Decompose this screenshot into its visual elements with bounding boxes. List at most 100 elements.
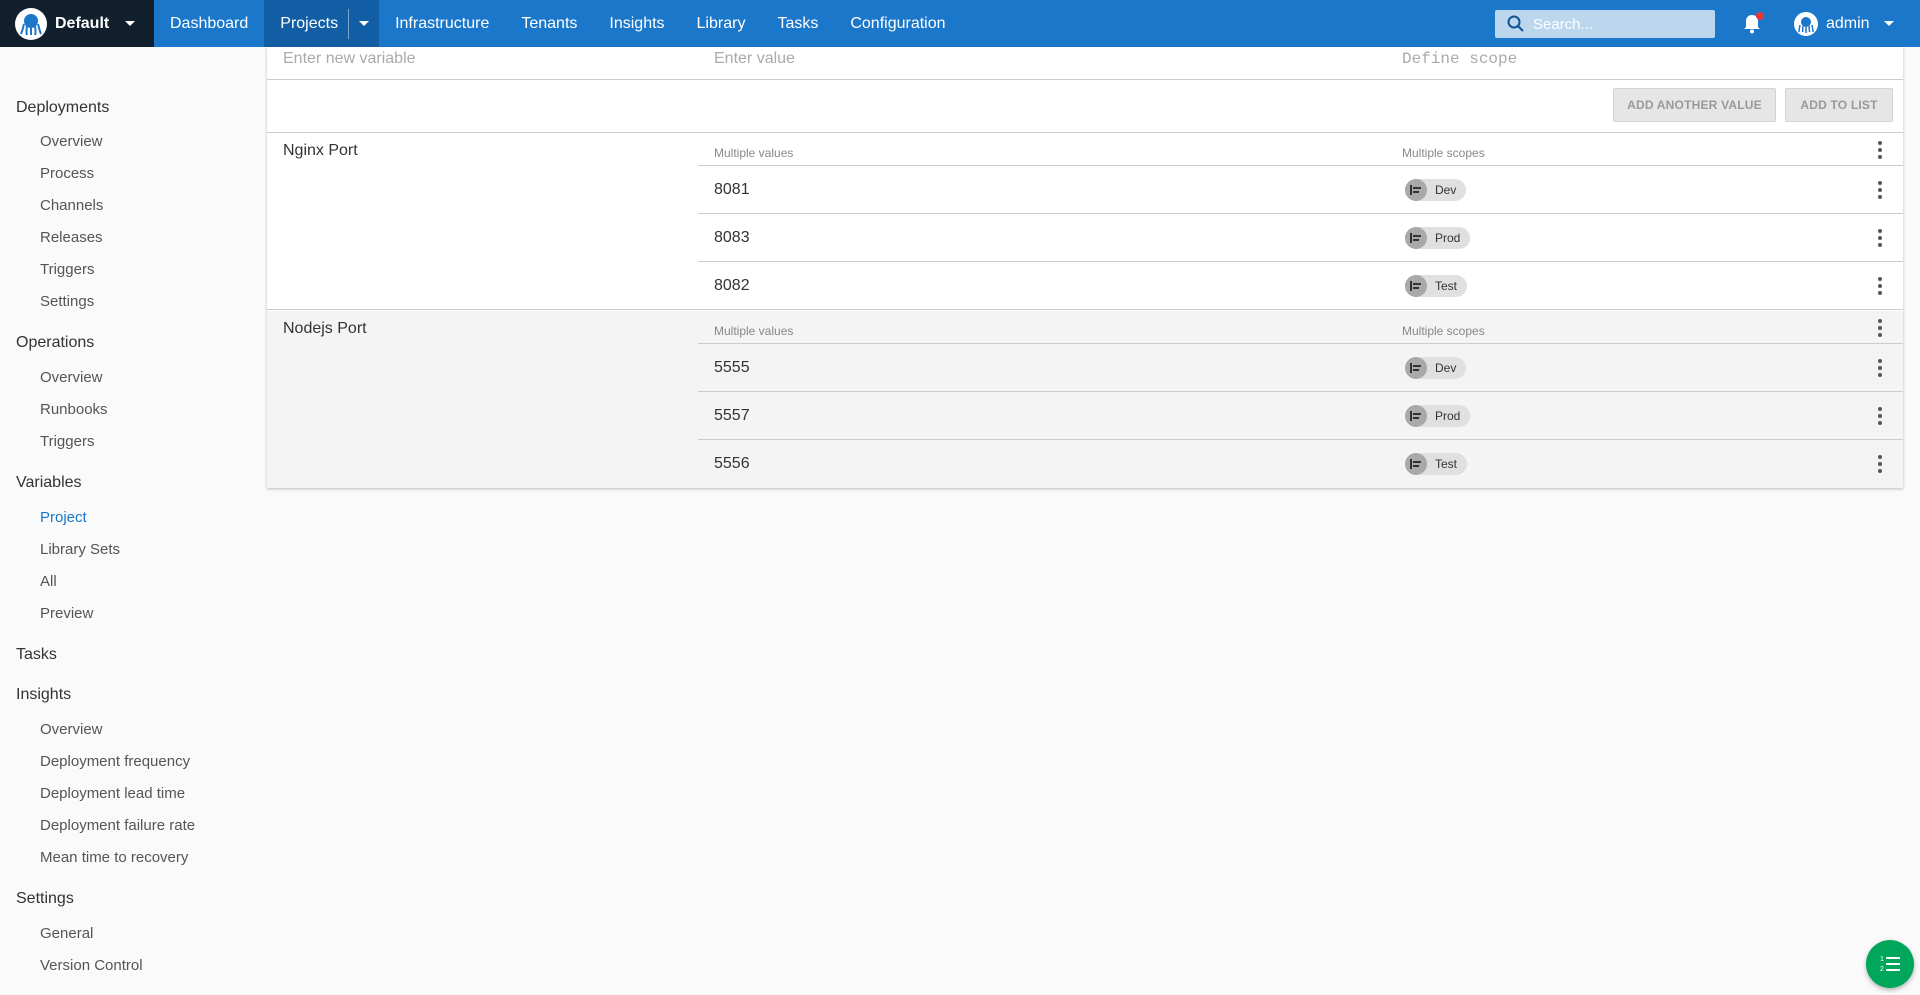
sidebar-item-preview[interactable]: Preview — [40, 605, 93, 622]
scope-chip[interactable]: Dev — [1405, 179, 1467, 201]
scope-chip[interactable]: Prod — [1405, 405, 1471, 427]
nav-dashboard[interactable]: Dashboard — [154, 0, 264, 47]
sidebar-item-all-variables[interactable]: All — [40, 573, 57, 590]
multiple-scopes-label: Multiple scopes — [1402, 146, 1485, 160]
more-options-icon[interactable] — [1870, 226, 1890, 250]
new-variable-value-input[interactable] — [714, 47, 1364, 71]
sidebar-item-insights-overview[interactable]: Overview — [40, 721, 103, 738]
environment-icon — [1405, 227, 1427, 249]
sidebar-item-process[interactable]: Process — [40, 165, 94, 182]
sidebar-item-channels[interactable]: Channels — [40, 197, 103, 214]
nav-insights[interactable]: Insights — [593, 0, 680, 47]
sidebar-item-deployments-overview[interactable]: Overview — [40, 133, 103, 150]
multiple-values-label: Multiple values — [714, 146, 794, 160]
more-options-icon[interactable] — [1870, 316, 1890, 340]
notifications-button[interactable] — [1740, 12, 1764, 36]
nav-infrastructure[interactable]: Infrastructure — [379, 0, 505, 47]
search-icon — [1507, 15, 1524, 32]
variable-group-header: Multiple values Multiple scopes — [698, 311, 1903, 344]
sidebar-heading-settings[interactable]: Settings — [16, 890, 74, 908]
top-navigation-bar: Default Dashboard Projects Infrastructur… — [0, 0, 1920, 47]
variable-value-row: 8082 Test — [698, 262, 1903, 310]
octopus-logo-icon — [15, 7, 47, 40]
scope-chip[interactable]: Dev — [1405, 357, 1467, 379]
sidebar-heading-deployments[interactable]: Deployments — [16, 99, 109, 117]
more-options-icon[interactable] — [1870, 274, 1890, 298]
sidebar-heading-tasks[interactable]: Tasks — [16, 646, 57, 664]
new-variable-row — [267, 47, 1903, 80]
multiple-scopes-label: Multiple scopes — [1402, 324, 1485, 338]
nav-configuration[interactable]: Configuration — [834, 0, 961, 47]
nav-projects[interactable]: Projects — [264, 0, 349, 47]
variable-name[interactable]: Nodejs Port — [283, 320, 367, 338]
variable-value-row: 5557 Prod — [698, 392, 1903, 440]
sidebar-item-operations-triggers[interactable]: Triggers — [40, 433, 94, 450]
chevron-down-icon — [125, 21, 136, 26]
sidebar-item-deployment-triggers[interactable]: Triggers — [40, 261, 94, 278]
sidebar-item-operations-overview[interactable]: Overview — [40, 369, 103, 386]
more-options-icon[interactable] — [1870, 138, 1890, 162]
add-to-list-button[interactable]: ADD TO LIST — [1785, 88, 1893, 122]
variable-name[interactable]: Nginx Port — [283, 142, 358, 160]
space-name: Default — [55, 14, 110, 32]
avatar — [1794, 11, 1818, 36]
scope-chip[interactable]: Prod — [1405, 227, 1471, 249]
add-another-value-button[interactable]: ADD ANOTHER VALUE — [1613, 88, 1776, 122]
sidebar-item-runbooks[interactable]: Runbooks — [40, 401, 108, 418]
new-variable-name-input[interactable] — [283, 47, 683, 71]
svg-text:1: 1 — [1880, 956, 1884, 963]
more-options-icon[interactable] — [1870, 356, 1890, 380]
svg-text:2: 2 — [1880, 966, 1884, 973]
more-options-icon[interactable] — [1870, 404, 1890, 428]
more-options-icon[interactable] — [1870, 452, 1890, 476]
sidebar-item-version-control[interactable]: Version Control — [40, 957, 143, 974]
variable-group: Nodejs Port Multiple values Multiple sco… — [267, 311, 1903, 488]
list-numbered-icon: 1 2 — [1880, 956, 1900, 973]
variable-value[interactable]: 8081 — [714, 181, 750, 199]
multiple-values-label: Multiple values — [714, 324, 794, 338]
chevron-down-icon — [1883, 21, 1894, 26]
environment-icon — [1405, 275, 1427, 297]
variable-value[interactable]: 5556 — [714, 455, 750, 473]
floating-action-button[interactable]: 1 2 — [1866, 940, 1914, 988]
variable-group-header: Multiple values Multiple scopes — [698, 133, 1903, 166]
nav-tenants[interactable]: Tenants — [505, 0, 593, 47]
scope-chip-label: Test — [1435, 457, 1458, 471]
sidebar-item-deployment-frequency[interactable]: Deployment frequency — [40, 753, 190, 770]
scope-chip[interactable]: Test — [1405, 275, 1468, 297]
scope-chip[interactable]: Test — [1405, 453, 1468, 475]
variable-value[interactable]: 5557 — [714, 407, 750, 425]
variable-value[interactable]: 8082 — [714, 277, 750, 295]
sidebar-item-library-sets[interactable]: Library Sets — [40, 541, 120, 558]
sidebar-item-releases[interactable]: Releases — [40, 229, 103, 246]
sidebar-item-mean-time-to-recovery[interactable]: Mean time to recovery — [40, 849, 188, 866]
chevron-down-icon — [359, 21, 370, 26]
variable-value-row: 8081 Dev — [698, 166, 1903, 214]
sidebar-heading-operations[interactable]: Operations — [16, 334, 94, 352]
variable-value-row: 8083 Prod — [698, 214, 1903, 262]
project-sidebar: Deployments Overview Process Channels Re… — [0, 47, 265, 995]
search-input[interactable] — [1533, 15, 1703, 33]
scope-chip-label: Dev — [1435, 361, 1457, 375]
nav-tasks[interactable]: Tasks — [761, 0, 834, 47]
sidebar-item-project-variables[interactable]: Project — [40, 509, 87, 526]
projects-dropdown-button[interactable] — [349, 0, 379, 47]
notification-badge — [1756, 12, 1764, 20]
variable-value[interactable]: 8083 — [714, 229, 750, 247]
more-options-icon[interactable] — [1870, 178, 1890, 202]
sidebar-item-deployment-lead-time[interactable]: Deployment lead time — [40, 785, 185, 802]
variable-value[interactable]: 5555 — [714, 359, 750, 377]
user-menu[interactable]: admin — [1794, 0, 1894, 47]
sidebar-heading-variables[interactable]: Variables — [16, 474, 82, 492]
scope-chip-label: Dev — [1435, 183, 1457, 197]
sidebar-heading-insights[interactable]: Insights — [16, 686, 71, 704]
sidebar-item-general[interactable]: General — [40, 925, 93, 942]
nav-library[interactable]: Library — [681, 0, 762, 47]
sidebar-item-deployment-failure-rate[interactable]: Deployment failure rate — [40, 817, 195, 834]
space-switcher[interactable]: Default — [0, 0, 154, 47]
variables-editor-card: ADD ANOTHER VALUE ADD TO LIST Nginx Port… — [267, 47, 1903, 488]
sidebar-item-deployment-settings[interactable]: Settings — [40, 293, 94, 310]
editor-actions: ADD ANOTHER VALUE ADD TO LIST — [267, 80, 1903, 133]
new-variable-scope-input[interactable] — [1402, 47, 1802, 71]
search-box — [1495, 10, 1715, 38]
